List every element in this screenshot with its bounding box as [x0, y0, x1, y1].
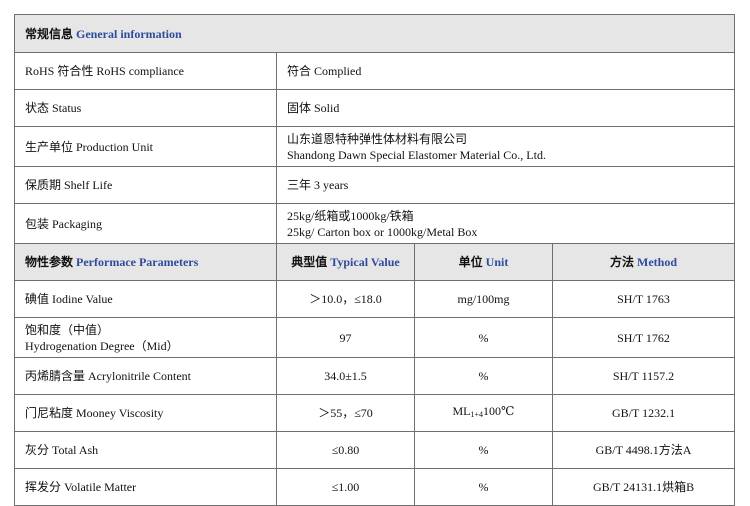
param-unit: ML1+4100℃ [414, 394, 553, 432]
table-row: RoHS 符合性 RoHS compliance 符合 Complied [14, 52, 736, 90]
performance-header-row: 物性参数 Performace Parameters 典型值 Typical V… [14, 243, 736, 281]
header-unit: 单位 Unit [414, 243, 553, 281]
row-label: RoHS 符合性 RoHS compliance [14, 52, 277, 90]
param-name: 碘值 Iodine Value [14, 280, 277, 318]
table-row: 饱和度（中值） Hydrogenation Degree（Mid） 97 % S… [14, 317, 736, 358]
param-method: GB/T 24131.1烘箱B [551, 468, 736, 506]
table-row: 碘值 Iodine Value ＞10.0，≤18.0 mg/100mg SH/… [14, 280, 736, 318]
row-label: 生产单位 Production Unit [14, 126, 277, 167]
header-typical-value: 典型值 Typical Value [276, 243, 415, 281]
param-method: SH/T 1763 [551, 280, 736, 318]
param-method: GB/T 4498.1方法A [551, 431, 736, 469]
table-row: 挥发分 Volatile Matter ≤1.00 % GB/T 24131.1… [14, 468, 736, 506]
row-label: 保质期 Shelf Life [14, 166, 277, 204]
row-label: 状态 Status [14, 89, 277, 127]
table-row: 丙烯腈含量 Acrylonitrile Content 34.0±1.5 % S… [14, 357, 736, 395]
table-row: 包装 Packaging 25kg/纸箱或1000kg/铁箱 25kg/ Car… [14, 203, 736, 244]
table-row: 灰分 Total Ash ≤0.80 % GB/T 4498.1方法A [14, 431, 736, 469]
param-unit: % [414, 317, 553, 358]
param-method: SH/T 1762 [551, 317, 736, 358]
param-name: 丙烯腈含量 Acrylonitrile Content [14, 357, 277, 395]
param-unit: % [414, 468, 553, 506]
row-value: 25kg/纸箱或1000kg/铁箱 25kg/ Carton box or 10… [275, 203, 736, 244]
spec-table: 常规信息 General information RoHS 符合性 RoHS c… [13, 14, 736, 506]
table-row: 生产单位 Production Unit 山东道恩特种弹性体材料有限公司 Sha… [14, 126, 736, 167]
table-row: 状态 Status 固体 Solid [14, 89, 736, 127]
general-header-row: 常规信息 General information [13, 14, 736, 53]
row-label: 包装 Packaging [14, 203, 277, 244]
param-name: 饱和度（中值） Hydrogenation Degree（Mid） [14, 317, 277, 358]
param-method: SH/T 1157.2 [551, 357, 736, 395]
param-value: ≤1.00 [276, 468, 415, 506]
table-row: 保质期 Shelf Life 三年 3 years [14, 166, 736, 204]
param-value: ＞10.0，≤18.0 [276, 280, 415, 318]
row-value: 山东道恩特种弹性体材料有限公司 Shandong Dawn Special El… [275, 126, 736, 167]
general-header: 常规信息 General information [13, 14, 736, 53]
row-value: 符合 Complied [275, 52, 736, 90]
param-unit: % [414, 357, 553, 395]
row-value: 固体 Solid [275, 89, 736, 127]
row-value: 三年 3 years [275, 166, 736, 204]
param-method: GB/T 1232.1 [551, 394, 736, 432]
param-value: 97 [276, 317, 415, 358]
param-value: ≤0.80 [276, 431, 415, 469]
param-name: 挥发分 Volatile Matter [14, 468, 277, 506]
param-name: 灰分 Total Ash [14, 431, 277, 469]
param-value: ＞55，≤70 [276, 394, 415, 432]
param-unit: % [414, 431, 553, 469]
table-row: 门尼粘度 Mooney Viscosity ＞55，≤70 ML1+4100℃ … [14, 394, 736, 432]
header-method: 方法 Method [551, 243, 736, 281]
param-name: 门尼粘度 Mooney Viscosity [14, 394, 277, 432]
header-parameter: 物性参数 Performace Parameters [14, 243, 277, 281]
param-unit: mg/100mg [414, 280, 553, 318]
param-value: 34.0±1.5 [276, 357, 415, 395]
